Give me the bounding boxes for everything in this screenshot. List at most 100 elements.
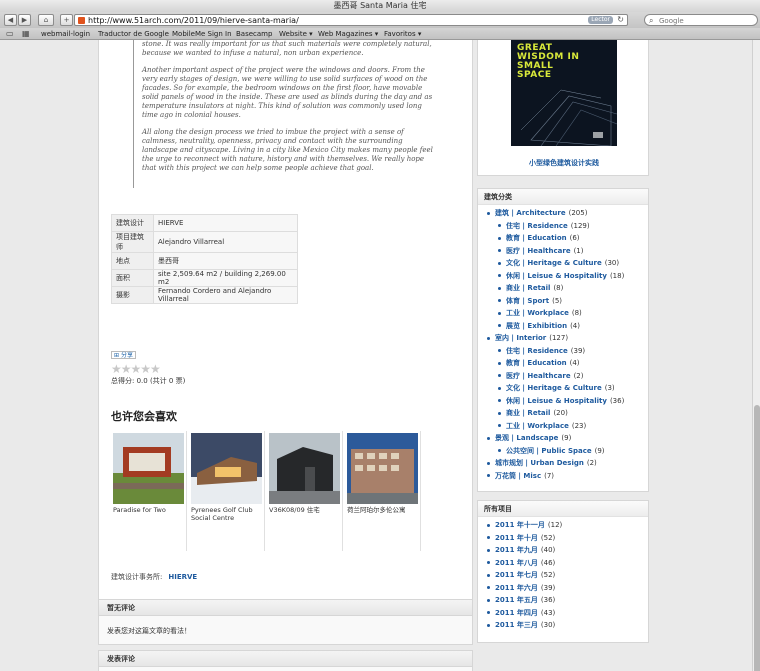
list-item-link[interactable]: 2011 年八月 bbox=[495, 559, 538, 567]
bookmark-item[interactable]: webmail-login bbox=[41, 28, 90, 40]
list-item-link[interactable]: 2011 年十月 bbox=[495, 534, 538, 542]
back-button[interactable]: ◀ bbox=[4, 14, 17, 26]
forward-button[interactable]: ▶ bbox=[18, 14, 31, 26]
bookmark-item[interactable]: Traductor de Google bbox=[98, 28, 169, 40]
list-item[interactable]: 文化 | Heritage & Culture (3) bbox=[478, 382, 648, 395]
list-item[interactable]: 住宅 | Residence (129) bbox=[478, 220, 648, 233]
list-item[interactable]: 城市规划 | Urban Design (2) bbox=[478, 457, 648, 470]
list-item[interactable]: 工业 | Workplace (8) bbox=[478, 307, 648, 320]
book-cover[interactable]: GREAT WISDOM IN SMALL SPACE bbox=[511, 40, 617, 146]
list-item[interactable]: 室内 | Interior (127) bbox=[478, 332, 648, 345]
list-item[interactable]: 商业 | Retail (8) bbox=[478, 282, 648, 295]
list-item-link[interactable]: 文化 | Heritage & Culture bbox=[506, 384, 602, 392]
list-item-link[interactable]: 休闲 | Leisue & Hospitality bbox=[506, 397, 607, 405]
list-item[interactable]: 2011 年十月 (52) bbox=[478, 532, 648, 545]
list-item-link[interactable]: 万花筒 | Misc bbox=[495, 472, 541, 480]
related-thumbnail[interactable] bbox=[113, 433, 184, 504]
bookmark-item[interactable]: Basecamp bbox=[236, 28, 272, 40]
list-item-link[interactable]: 2011 年五月 bbox=[495, 596, 538, 604]
list-item-link[interactable]: 公共空间 | Public Space bbox=[506, 447, 592, 455]
list-item-link[interactable]: 室内 | Interior bbox=[495, 334, 546, 342]
address-bar[interactable]: http://www.51arch.com/2011/09/hierve-san… bbox=[74, 14, 628, 26]
bookmark-item[interactable]: Website ▾ bbox=[279, 28, 313, 40]
list-item-link[interactable]: 教育 | Education bbox=[506, 359, 567, 367]
list-item-link[interactable]: 工业 | Workplace bbox=[506, 309, 569, 317]
list-item-link[interactable]: 景观 | Landscape bbox=[495, 434, 558, 442]
bookmark-item[interactable]: Favoritos ▾ bbox=[384, 28, 421, 40]
list-item[interactable]: 教育 | Education (6) bbox=[478, 232, 648, 245]
list-item[interactable]: 展览 | Exhibition (4) bbox=[478, 320, 648, 333]
reload-icon[interactable]: ↻ bbox=[617, 15, 624, 24]
list-item-link[interactable]: 住宅 | Residence bbox=[506, 347, 568, 355]
list-item[interactable]: 教育 | Education (4) bbox=[478, 357, 648, 370]
list-item-link[interactable]: 2011 年三月 bbox=[495, 621, 538, 629]
add-bookmark-button[interactable]: + bbox=[60, 14, 73, 26]
list-item-link[interactable]: 休闲 | Leisue & Hospitality bbox=[506, 272, 607, 280]
list-item[interactable]: 医疗 | Healthcare (1) bbox=[478, 245, 648, 258]
related-thumbnail[interactable] bbox=[269, 433, 340, 504]
related-caption[interactable]: 荷兰阿珀尔多伦公寓 bbox=[347, 506, 419, 514]
reader-button[interactable]: Lector bbox=[588, 16, 613, 24]
list-item-link[interactable]: 体育 | Sport bbox=[506, 297, 549, 305]
reading-list-icon[interactable]: ▭ bbox=[6, 29, 14, 39]
search-input[interactable] bbox=[659, 16, 755, 25]
list-item-link[interactable]: 医疗 | Healthcare bbox=[506, 247, 571, 255]
related-post[interactable]: Pyrenees Golf Club Social Centre bbox=[189, 431, 265, 551]
list-item-link[interactable]: 展览 | Exhibition bbox=[506, 322, 567, 330]
list-item-link[interactable]: 医疗 | Healthcare bbox=[506, 372, 571, 380]
list-item-link[interactable]: 城市规划 | Urban Design bbox=[495, 459, 584, 467]
list-item-link[interactable]: 商业 | Retail bbox=[506, 409, 550, 417]
list-item-link[interactable]: 文化 | Heritage & Culture bbox=[506, 259, 602, 267]
list-item[interactable]: 公共空间 | Public Space (9) bbox=[478, 445, 648, 458]
list-item-link[interactable]: 工业 | Workplace bbox=[506, 422, 569, 430]
list-item[interactable]: 商业 | Retail (20) bbox=[478, 407, 648, 420]
list-item-link[interactable]: 商业 | Retail bbox=[506, 284, 550, 292]
list-item[interactable]: 2011 年八月 (46) bbox=[478, 557, 648, 570]
list-item[interactable]: 景观 | Landscape (9) bbox=[478, 432, 648, 445]
featured-book[interactable]: GREAT WISDOM IN SMALL SPACE 小型绿色建筑设计实践 bbox=[477, 40, 649, 176]
list-item[interactable]: 万花筒 | Misc (7) bbox=[478, 470, 648, 483]
list-item-link[interactable]: 建筑 | Architecture bbox=[495, 209, 566, 217]
rating-stars[interactable]: ★★★★★ bbox=[111, 362, 161, 376]
list-item[interactable]: 建筑 | Architecture (205) bbox=[478, 207, 648, 220]
list-item-link[interactable]: 教育 | Education bbox=[506, 234, 567, 242]
list-item-link[interactable]: 2011 年四月 bbox=[495, 609, 538, 617]
list-item[interactable]: 2011 年五月 (36) bbox=[478, 594, 648, 607]
related-thumbnail[interactable] bbox=[191, 433, 262, 504]
related-post[interactable]: V36K08/09 住宅 bbox=[267, 431, 343, 551]
list-item[interactable]: 文化 | Heritage & Culture (30) bbox=[478, 257, 648, 270]
list-item[interactable]: 2011 年四月 (43) bbox=[478, 607, 648, 620]
bookmark-item[interactable]: Web Magazines ▾ bbox=[318, 28, 378, 40]
list-item[interactable]: 体育 | Sport (5) bbox=[478, 295, 648, 308]
share-button[interactable]: ⊞ 分享 bbox=[111, 351, 136, 359]
bookmark-item[interactable]: MobileMe Sign In bbox=[172, 28, 232, 40]
search-field[interactable]: ⌕ bbox=[644, 14, 758, 26]
list-item[interactable]: 2011 年七月 (52) bbox=[478, 569, 648, 582]
list-item[interactable]: 2011 年六月 (39) bbox=[478, 582, 648, 595]
related-post[interactable]: Paradise for Two bbox=[111, 431, 187, 551]
list-item[interactable]: 2011 年九月 (40) bbox=[478, 544, 648, 557]
list-item[interactable]: 2011 年十一月 (12) bbox=[478, 519, 648, 532]
address-url[interactable]: http://www.51arch.com/2011/09/hierve-san… bbox=[88, 15, 299, 26]
related-caption[interactable]: V36K08/09 住宅 bbox=[269, 506, 341, 514]
top-sites-icon[interactable]: ▦ bbox=[22, 29, 30, 39]
scrollbar-thumb[interactable] bbox=[754, 405, 760, 671]
page-scrollbar[interactable] bbox=[752, 40, 760, 671]
related-caption[interactable]: Pyrenees Golf Club Social Centre bbox=[191, 506, 263, 522]
book-caption[interactable]: 小型绿色建筑设计实践 bbox=[478, 158, 650, 168]
firm-link[interactable]: HIERVE bbox=[168, 573, 197, 581]
list-item[interactable]: 医疗 | Healthcare (2) bbox=[478, 370, 648, 383]
bookmarks-button[interactable]: ⌂ bbox=[38, 14, 54, 26]
list-item[interactable]: 休闲 | Leisue & Hospitality (18) bbox=[478, 270, 648, 283]
list-item[interactable]: 休闲 | Leisue & Hospitality (36) bbox=[478, 395, 648, 408]
list-item[interactable]: 工业 | Workplace (23) bbox=[478, 420, 648, 433]
list-item-link[interactable]: 2011 年七月 bbox=[495, 571, 538, 579]
related-post[interactable]: 荷兰阿珀尔多伦公寓 bbox=[345, 431, 421, 551]
list-item-link[interactable]: 2011 年十一月 bbox=[495, 521, 545, 529]
related-thumbnail[interactable] bbox=[347, 433, 418, 504]
related-caption[interactable]: Paradise for Two bbox=[113, 506, 185, 514]
list-item-link[interactable]: 2011 年六月 bbox=[495, 584, 538, 592]
list-item-link[interactable]: 2011 年九月 bbox=[495, 546, 538, 554]
list-item-link[interactable]: 住宅 | Residence bbox=[506, 222, 568, 230]
list-item[interactable]: 住宅 | Residence (39) bbox=[478, 345, 648, 358]
